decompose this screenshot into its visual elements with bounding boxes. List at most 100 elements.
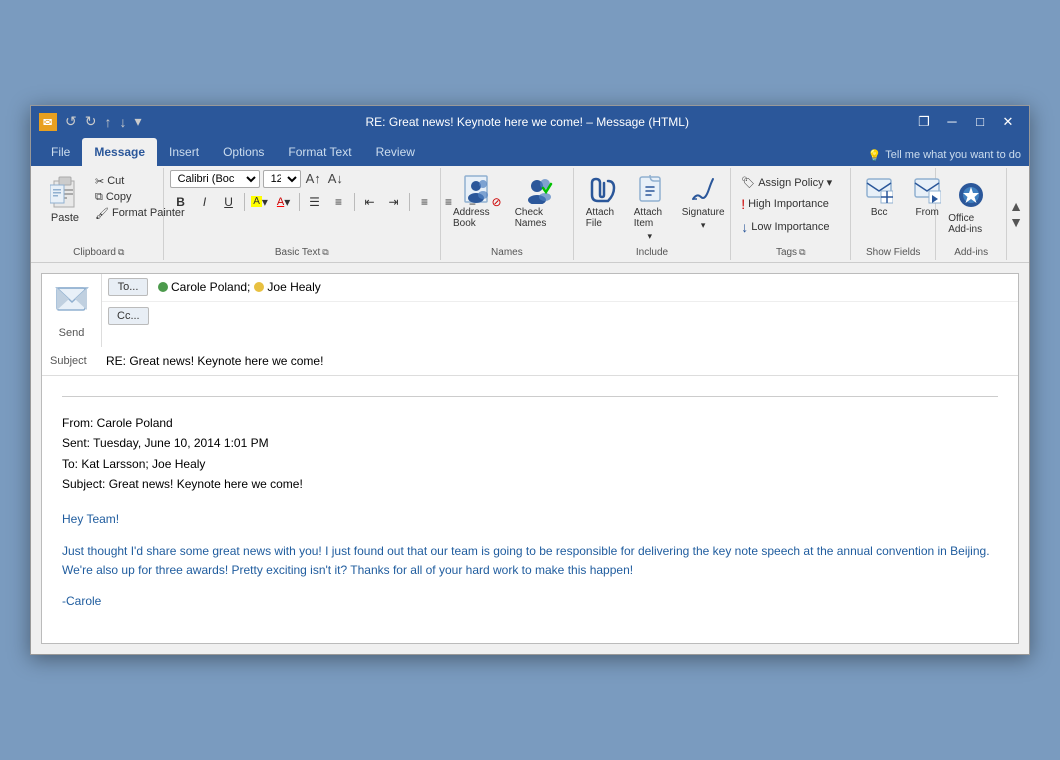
copy-label: Copy [106, 191, 132, 203]
font-shrink-button[interactable]: A↓ [326, 171, 345, 186]
minimize-button[interactable]: ─ [939, 111, 965, 133]
tags-expand-icon[interactable]: ⧉ [799, 247, 805, 258]
tab-file[interactable]: File [39, 138, 82, 166]
undo-button[interactable]: ↺ [63, 113, 79, 130]
font-grow-button[interactable]: A↑ [304, 171, 323, 186]
send-label[interactable]: Send [59, 327, 85, 339]
tab-format-text[interactable]: Format Text [276, 138, 363, 166]
signature-icon [687, 173, 719, 205]
signature-button[interactable]: Signature ▾ [676, 170, 731, 234]
include-group: Attach File Attach Item ▾ [574, 168, 731, 260]
attach-file-button[interactable]: Attach File [580, 170, 624, 232]
low-importance-label: Low Importance [751, 221, 829, 233]
signature-label: Signature [682, 207, 725, 218]
align-left-button[interactable]: ≡ [414, 191, 436, 213]
high-importance-icon: ! [741, 196, 745, 212]
numbered-list-button[interactable]: ≡ [328, 191, 350, 213]
email-body-text: Just thought I'd share some great news w… [62, 542, 998, 580]
carole-dot [158, 282, 168, 292]
high-importance-button[interactable]: ! High Importance [737, 194, 836, 214]
separator4 [409, 193, 410, 211]
decrease-indent-button[interactable]: ⇤ [359, 191, 381, 213]
paperclip-icon [586, 173, 618, 205]
bullets-button[interactable]: ☰ [304, 191, 326, 213]
cut-label: Cut [107, 175, 124, 187]
font-name-select[interactable]: Calibri (Boc [170, 170, 260, 188]
tell-me-text: Tell me what you want to do [885, 149, 1021, 161]
tab-insert[interactable]: Insert [157, 138, 211, 166]
office-addins-label: Office Add-ins [948, 213, 994, 235]
attach-item-button[interactable]: Attach Item ▾ [628, 170, 672, 245]
show-fields-label: Show Fields [857, 245, 929, 258]
to-button[interactable]: To... [108, 278, 148, 296]
tab-options[interactable]: Options [211, 138, 276, 166]
compose-fields: To... Carole Poland; Joe Healy [102, 274, 1018, 347]
to-recipients: Carole Poland; Joe Healy [154, 278, 1018, 296]
bold-button[interactable]: B [170, 191, 192, 213]
low-importance-button[interactable]: ↓ Low Importance [737, 217, 836, 237]
redo-button[interactable]: ↻ [83, 113, 99, 130]
clipboard-expand-icon[interactable]: ⧉ [118, 247, 124, 258]
highlight-button[interactable]: A▾ [249, 191, 271, 213]
office-addins-button[interactable]: Office Add-ins [942, 176, 1000, 238]
clipboard-group: Paste ✂ Cut ⧉ Copy 🖌 Format Painter [35, 168, 164, 260]
svg-text:✉: ✉ [43, 117, 52, 129]
subject-field[interactable] [102, 352, 1018, 370]
tell-me-area[interactable]: 💡 Tell me what you want to do [868, 149, 1021, 166]
check-names-icon [522, 173, 554, 205]
ribbon-content: Paste ✂ Cut ⧉ Copy 🖌 Format Painter [31, 166, 1029, 263]
subject-row: Subject [42, 347, 1018, 375]
assign-policy-label: Assign Policy ▾ [758, 176, 832, 189]
email-from: From: Carole Poland [62, 413, 998, 433]
basic-text-group: Calibri (Boc 12 A↑ A↓ B I U [164, 168, 441, 260]
more-button[interactable]: ▾ [132, 113, 143, 130]
include-content: Attach File Attach Item ▾ [580, 170, 731, 245]
separator2 [299, 193, 300, 211]
names-group: Address Book Check Names [441, 168, 574, 260]
outlook-window: ✉ ↺ ↻ ↑ ↓ ▾ RE: Great news! Keynote here… [30, 105, 1030, 655]
cc-row: Cc... [102, 302, 1018, 330]
bcc-button[interactable]: Bcc [857, 170, 901, 221]
paste-button[interactable]: Paste [41, 170, 89, 228]
increase-indent-button[interactable]: ⇥ [383, 191, 405, 213]
to-row: To... Carole Poland; Joe Healy [102, 274, 1018, 302]
ribbon-scroll-button[interactable]: ▲▼ [1007, 168, 1025, 260]
font-size-select[interactable]: 12 [263, 170, 301, 188]
attach-item-label: Attach Item [634, 207, 666, 229]
email-divider [62, 396, 998, 397]
restore-button[interactable]: ❐ [911, 111, 937, 133]
tags-content: 🏷 Assign Policy ▾ ! High Importance ↓ Lo… [737, 170, 836, 245]
address-book-button[interactable]: Address Book [447, 170, 505, 232]
tab-message[interactable]: Message [82, 138, 157, 166]
tab-review[interactable]: Review [364, 138, 427, 166]
window-controls: ❐ ─ □ ✕ [911, 111, 1021, 133]
cc-button[interactable]: Cc... [108, 307, 149, 325]
joe-name: Joe Healy [267, 280, 320, 294]
up-button[interactable]: ↑ [102, 114, 113, 130]
recipient-joe: Joe Healy [254, 280, 320, 294]
check-names-button[interactable]: Check Names [509, 170, 567, 232]
font-color-button[interactable]: A▾ [273, 191, 295, 213]
separator3 [354, 193, 355, 211]
addins-group: Office Add-ins Add-ins [936, 168, 1007, 260]
underline-button[interactable]: U [218, 191, 240, 213]
email-sent: Sent: Tuesday, June 10, 2014 1:01 PM [62, 433, 998, 453]
down-button[interactable]: ↓ [117, 114, 128, 130]
ribbon-tabs: File Message Insert Options Format Text … [31, 138, 1029, 166]
carole-name: Carole Poland; [171, 280, 250, 294]
close-button[interactable]: ✕ [995, 111, 1021, 133]
names-content: Address Book Check Names [447, 170, 567, 245]
attach-item-icon [634, 173, 666, 205]
italic-button[interactable]: I [194, 191, 216, 213]
policy-icon: 🏷 [741, 176, 755, 189]
paste-icon [47, 174, 83, 212]
assign-policy-button[interactable]: 🏷 Assign Policy ▾ [737, 174, 836, 191]
paste-label: Paste [51, 212, 79, 224]
recipient-carole: Carole Poland; [158, 280, 250, 294]
paintbrush-icon: 🖌 [95, 207, 109, 220]
bcc-label: Bcc [871, 207, 888, 218]
addins-label: Add-ins [942, 245, 1000, 258]
check-names-label: Check Names [515, 207, 561, 229]
basic-text-expand-icon[interactable]: ⧉ [322, 247, 328, 258]
maximize-button[interactable]: □ [967, 111, 993, 133]
